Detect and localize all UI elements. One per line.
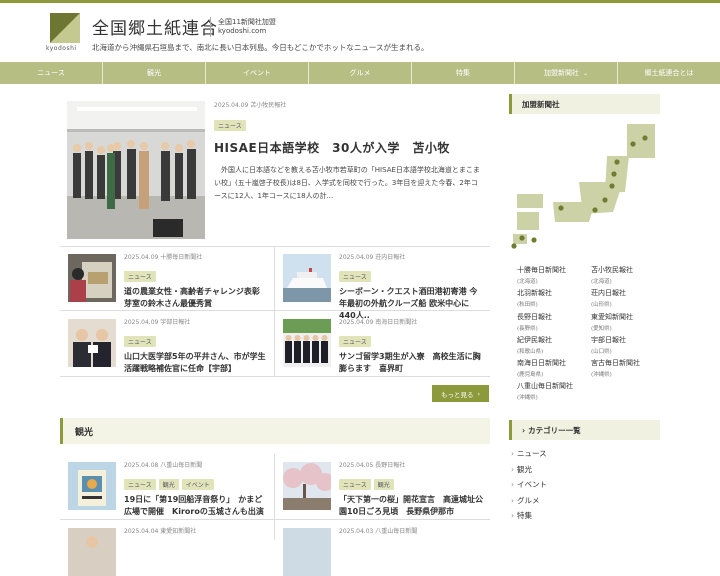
- paper-item[interactable]: 北羽新報社 (秋田県): [517, 288, 587, 308]
- paper-item[interactable]: 宇部日報社 (山口県): [591, 335, 661, 355]
- site-domain: kyodoshi.com: [218, 27, 267, 35]
- news-thumbnail[interactable]: [283, 319, 331, 367]
- category-item[interactable]: › 特集: [509, 508, 660, 524]
- main-nav: ニュース 観光 イベント グルメ 特集 加盟新聞社 ⌄ 郷土紙連合とは: [0, 62, 720, 84]
- nav-feature[interactable]: 特集: [411, 62, 514, 84]
- site-title[interactable]: 全国郷土紙連合: [92, 14, 218, 39]
- nav-about[interactable]: 郷土紙連合とは: [617, 62, 720, 84]
- news-title[interactable]: 道の農業女性・高齢者チャレンジ表彰 芽室の鈴木さん最優秀賞: [124, 286, 268, 310]
- member-count: 全国11新聞社加盟: [218, 18, 276, 26]
- paper-item[interactable]: 荘内日報社 (山形県): [591, 288, 661, 308]
- paper-item[interactable]: 長野日報社 (長野県): [517, 312, 587, 332]
- category-item[interactable]: › イベント: [509, 477, 660, 493]
- kanko-meta: 2025.04.04 東愛知新聞社: [124, 528, 197, 535]
- paper-item[interactable]: 東愛知新聞社 (愛知県): [591, 312, 661, 332]
- paper-item[interactable]: 苫小牧民報社 (北海道): [591, 265, 661, 285]
- sidebar-papers-heading: 加盟新聞社: [509, 94, 660, 114]
- news-card[interactable]: 2025.04.09 十勝毎日新聞社 ニュース 道の農業女性・高齢者チャレンジ表…: [60, 246, 268, 308]
- chevron-right-icon: ›: [511, 449, 514, 459]
- news-thumbnail[interactable]: [283, 254, 331, 302]
- sidebar: 加盟新聞社 十勝毎日新聞社 (北海道) 苫小牧民報社 (北海道) 北羽新報社 (秋田県…: [509, 94, 660, 520]
- featured-meta: 2025.04.09 苫小牧民報社: [214, 102, 287, 109]
- chevron-right-icon: ›: [511, 464, 514, 474]
- featured-title[interactable]: HISAE日本語学校 30人が入学 苫小牧: [214, 139, 484, 156]
- kanko-thumbnail[interactable]: [68, 462, 116, 510]
- section-heading-kanko: 観光: [60, 418, 490, 444]
- chevron-right-icon: ›: [511, 511, 514, 521]
- site-logo-icon[interactable]: [50, 13, 80, 43]
- nav-gourmet[interactable]: グルメ: [308, 62, 411, 84]
- news-thumbnail[interactable]: [68, 319, 116, 367]
- chevron-right-icon: ›: [522, 425, 526, 435]
- news-meta: 2025.04.09 十勝毎日新聞社: [124, 254, 203, 261]
- japan-map[interactable]: [509, 122, 660, 252]
- news-card[interactable]: 2025.04.09 荘内日報社 ニュース シーボーン・クエスト酒田港初寄港 今…: [275, 246, 483, 320]
- featured-article: 2025.04.09 苫小牧民報社 ニュース HISAE日本語学校 30人が入学…: [214, 100, 484, 203]
- nav-news[interactable]: ニュース: [0, 62, 102, 84]
- paper-item[interactable]: 十勝毎日新聞社 (北海道): [517, 265, 587, 285]
- news-card[interactable]: 2025.04.09 宇部日報社 ニュース 山口大医学部5年の平井さん、市が学生…: [60, 311, 268, 373]
- kanko-card[interactable]: 2025.04.04 東愛知新聞社: [60, 520, 268, 576]
- kanko-tag[interactable]: ニュース: [124, 479, 156, 490]
- site-header: kyodoshi 全国郷土紙連合 全国11新聞社加盟 kyodoshi.com …: [0, 3, 720, 61]
- kanko-title[interactable]: 「天下第一の桜」開花宣言 高遠城址公園10日ごろ見頃 長野県伊那市: [339, 494, 483, 518]
- kanko-card[interactable]: 2025.04.05 長野日報社 ニュース 観光 「天下第一の桜」開花宣言 高遠城…: [275, 454, 483, 516]
- category-list: › ニュース › 観光 › イベント › グルメ › 特集: [509, 446, 660, 524]
- news-card[interactable]: 2025.04.09 南海日日新聞社 ニュース サンゴ留学3期生が入寮 高校生活…: [275, 311, 483, 373]
- chevron-down-icon: ⌄: [582, 69, 589, 77]
- kanko-card[interactable]: 2025.04.03 八重山毎日新聞: [275, 520, 483, 576]
- kanko-tag[interactable]: イベント: [181, 479, 214, 490]
- category-item[interactable]: › グルメ: [509, 493, 660, 509]
- paper-item[interactable]: 南海日日新聞社 (鹿児島県): [517, 358, 587, 378]
- news-tag[interactable]: ニュース: [339, 271, 371, 282]
- chevron-right-icon: ›: [477, 389, 481, 398]
- nav-member-papers[interactable]: 加盟新聞社 ⌄: [514, 62, 617, 84]
- chevron-right-icon: ›: [511, 495, 514, 505]
- more-button[interactable]: もっと見る ›: [432, 385, 489, 402]
- featured-image[interactable]: [67, 101, 205, 239]
- news-meta: 2025.04.09 宇部日報社: [124, 319, 191, 326]
- paper-item[interactable]: 八重山毎日新聞社 (沖縄県): [517, 381, 587, 401]
- featured-excerpt: 外国人に日本語などを教える苫小牧市若草町の「HISAE日本語学校北海道とまこまい…: [214, 166, 480, 200]
- nav-kanko[interactable]: 観光: [102, 62, 205, 84]
- paper-item[interactable]: 紀伊民報社 (和歌山県): [517, 335, 587, 355]
- news-tag[interactable]: ニュース: [124, 336, 156, 347]
- divider: [60, 376, 490, 377]
- kanko-thumbnail[interactable]: [68, 528, 116, 576]
- news-meta: 2025.04.09 荘内日報社: [339, 254, 406, 261]
- sidebar-categories-heading: › カテゴリー一覧: [509, 420, 660, 440]
- kanko-thumbnail[interactable]: [283, 462, 331, 510]
- kanko-tag[interactable]: 観光: [158, 479, 179, 490]
- paper-item[interactable]: 宮古毎日新聞社 (沖縄県): [591, 358, 661, 378]
- kanko-card[interactable]: 2025.04.08 八重山毎日新聞 ニュース 観光 イベント 19日に「第19回船…: [60, 454, 268, 516]
- news-tag[interactable]: ニュース: [124, 271, 156, 282]
- category-item[interactable]: › ニュース: [509, 446, 660, 462]
- logo-wordmark: kyodoshi: [46, 45, 77, 52]
- nav-event[interactable]: イベント: [205, 62, 308, 84]
- kanko-title[interactable]: 19日に「第19回船浮音祭り」 かまど広場で開催 Kiroroの玉城さんも出演: [124, 494, 268, 518]
- chevron-right-icon: ›: [511, 480, 514, 490]
- news-thumbnail[interactable]: [68, 254, 116, 302]
- category-item[interactable]: › 観光: [509, 462, 660, 478]
- featured-tag[interactable]: ニュース: [214, 120, 246, 131]
- kanko-meta: 2025.04.08 八重山毎日新聞: [124, 462, 203, 469]
- kanko-meta: 2025.04.05 長野日報社: [339, 462, 406, 469]
- kanko-tag[interactable]: ニュース: [339, 479, 371, 490]
- site-tagline: 北海道から沖縄県石垣島まで、南北に長い日本列島。今日もどこかでホットなニュースが…: [92, 43, 429, 52]
- news-meta: 2025.04.09 南海日日新聞社: [339, 319, 418, 326]
- news-tag[interactable]: ニュース: [339, 336, 371, 347]
- kanko-tag[interactable]: 観光: [373, 479, 394, 490]
- kanko-meta: 2025.04.03 八重山毎日新聞: [339, 528, 418, 535]
- header-divider: [210, 17, 211, 37]
- news-title[interactable]: 山口大医学部5年の平井さん、市が学生活躍戦略補佐官に任命【宇部】: [124, 351, 268, 375]
- news-title[interactable]: サンゴ留学3期生が入寮 高校生活に胸膨らます 喜界町: [339, 351, 483, 375]
- kanko-thumbnail[interactable]: [283, 528, 331, 576]
